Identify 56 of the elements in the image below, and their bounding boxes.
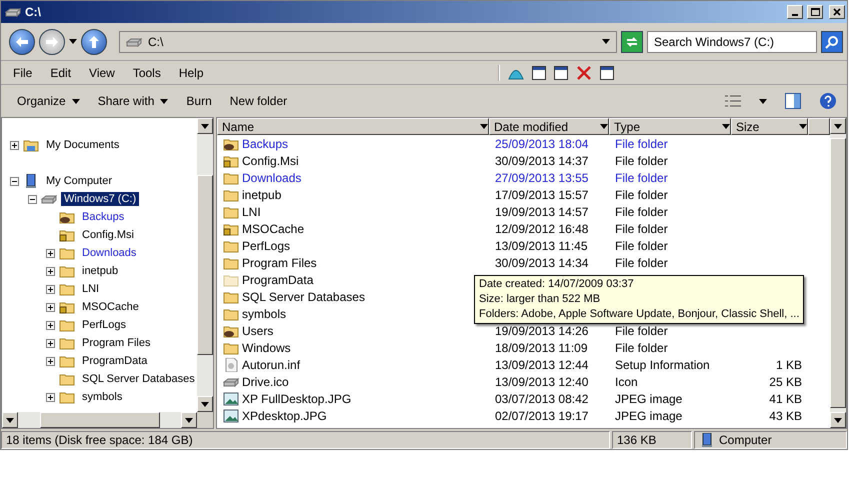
file-type: File folder bbox=[614, 136, 669, 150]
date-modified: 13/09/2013 12:44 bbox=[494, 358, 590, 372]
file-name: Program Files bbox=[241, 256, 317, 270]
date-modified: 17/09/2013 15:57 bbox=[494, 188, 590, 202]
file-type: File folder bbox=[614, 222, 669, 236]
file-name: Config.Msi bbox=[241, 154, 299, 168]
date-modified: 18/09/2013 11:09 bbox=[494, 340, 589, 354]
file-name: symbols bbox=[241, 306, 286, 320]
date-modified: 19/09/2013 14:57 bbox=[494, 204, 590, 218]
file-type: File folder bbox=[614, 204, 669, 218]
file-name: Autorun.inf bbox=[241, 358, 300, 372]
file-type: File folder bbox=[614, 188, 669, 202]
date-modified: 03/07/2013 08:42 bbox=[494, 392, 590, 406]
file-name: XPdesktop.JPG bbox=[241, 408, 327, 422]
file-type: File folder bbox=[614, 154, 669, 168]
zone-label: Computer bbox=[719, 433, 772, 447]
file-type: JPEG image bbox=[614, 392, 684, 406]
file-name: XP FullDesktop.JPG bbox=[241, 392, 352, 406]
file-size: 43 KB bbox=[768, 408, 803, 422]
date-modified: 02/07/2013 19:17 bbox=[494, 408, 590, 422]
tooltip-line: Folders: Adobe, Apple Software Update, Bonjour, Classic Shell, ... bbox=[479, 307, 800, 322]
file-size: 41 KB bbox=[768, 392, 803, 406]
date-modified: 19/09/2013 14:26 bbox=[494, 324, 590, 338]
selection-size: 136 KB bbox=[617, 433, 656, 447]
window-title: C:\ bbox=[25, 5, 42, 19]
file-name: MSOCache bbox=[241, 222, 304, 236]
file-name: Users bbox=[241, 324, 274, 338]
file-name: PerfLogs bbox=[241, 238, 290, 252]
date-modified: 13/09/2013 11:45 bbox=[494, 238, 589, 252]
file-type: Setup Information bbox=[614, 358, 711, 372]
file-name: Windows bbox=[241, 340, 291, 354]
tooltip-line: Size: larger than 522 MB bbox=[479, 292, 602, 307]
file-name: inetpub bbox=[241, 188, 282, 202]
file-size: 25 KB bbox=[768, 374, 803, 388]
file-name: Drive.ico bbox=[241, 374, 289, 388]
file-type: File folder bbox=[614, 256, 669, 270]
item-count: 18 items (Disk free space: 184 GB) bbox=[6, 433, 193, 447]
file-type: File folder bbox=[614, 170, 669, 184]
date-modified: 30/09/2013 14:37 bbox=[494, 154, 590, 168]
file-type: File folder bbox=[614, 238, 669, 252]
file-name: SQL Server Databases bbox=[241, 290, 365, 304]
date-modified: 30/09/2013 14:34 bbox=[494, 256, 590, 270]
file-type: File folder bbox=[614, 340, 669, 354]
file-size: 1 KB bbox=[774, 358, 803, 372]
tooltip-line: Date created: 14/07/2009 03:37 bbox=[479, 277, 635, 292]
date-modified: 12/09/2012 16:48 bbox=[494, 222, 590, 236]
date-modified: 27/09/2013 13:55 bbox=[494, 170, 590, 184]
date-modified: 25/09/2013 18:04 bbox=[494, 136, 590, 150]
file-name: LNI bbox=[241, 204, 261, 218]
file-name: ProgramData bbox=[241, 272, 314, 286]
file-name: Backups bbox=[241, 136, 288, 150]
file-name: Downloads bbox=[241, 170, 302, 184]
date-modified: 13/09/2013 12:40 bbox=[494, 374, 590, 388]
file-type: Icon bbox=[614, 374, 639, 388]
file-type: JPEG image bbox=[614, 408, 684, 422]
file-type: File folder bbox=[614, 324, 669, 338]
